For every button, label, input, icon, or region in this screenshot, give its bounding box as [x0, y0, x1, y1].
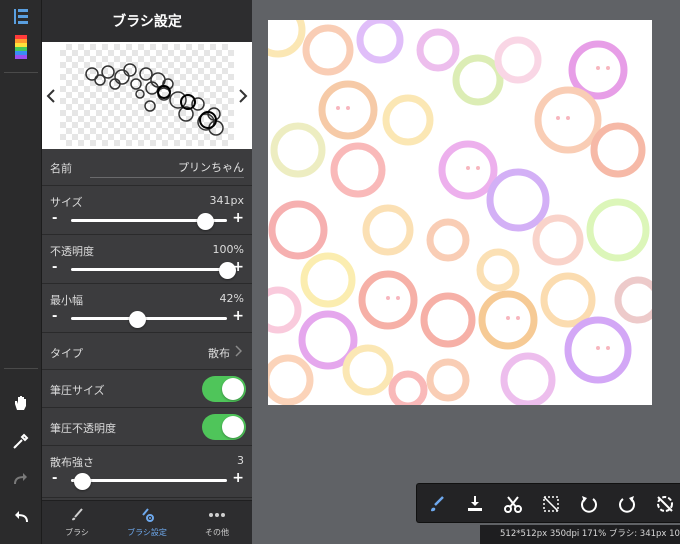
opacity-label: 不透明度: [50, 245, 94, 258]
scatter-increase-button[interactable]: +: [232, 470, 244, 486]
panel-bottom-tabs: ブラシ ブラシ設定 その他: [42, 500, 252, 544]
toggle-knob: [222, 416, 244, 438]
min-width-knob[interactable]: [128, 311, 146, 328]
color-palette-icon[interactable]: [0, 30, 42, 64]
size-track[interactable]: [71, 213, 227, 230]
download-icon[interactable]: [461, 490, 489, 518]
tab-other-label: その他: [205, 528, 229, 537]
eyedropper-icon[interactable]: [0, 424, 42, 458]
size-slider[interactable]: - +: [52, 210, 244, 230]
reset-rotation-icon[interactable]: [651, 490, 679, 518]
scatter-strength-slider[interactable]: - +: [52, 470, 244, 490]
size-value: 341px: [209, 194, 245, 207]
opacity-row: 不透明度 100% - +: [42, 235, 252, 284]
pressure-size-row: 筆圧サイズ: [42, 370, 252, 408]
tool-separator: [4, 72, 38, 73]
deselect-icon[interactable]: [537, 490, 565, 518]
undo-icon[interactable]: [0, 500, 42, 534]
min-width-label: 最小幅: [50, 294, 83, 307]
tab-brush-settings[interactable]: ブラシ設定: [112, 501, 182, 544]
name-label: 名前: [50, 162, 72, 175]
opacity-decrease-button[interactable]: -: [52, 260, 57, 275]
scatter-track[interactable]: [71, 473, 227, 490]
scatter-knob[interactable]: [73, 473, 91, 490]
pressure-size-label: 筆圧サイズ: [50, 384, 105, 397]
min-width-decrease-button[interactable]: -: [52, 309, 57, 324]
opacity-increase-button[interactable]: +: [232, 259, 244, 275]
min-width-slider[interactable]: - +: [52, 308, 244, 328]
brush-settings-icon: [142, 508, 154, 522]
opacity-track[interactable]: [71, 262, 236, 279]
min-width-track[interactable]: [71, 311, 227, 328]
hand-icon[interactable]: [0, 386, 42, 420]
tool-strip: [0, 0, 42, 544]
brush-preview: [42, 42, 252, 149]
brush-name-row: 名前 プリンちゃん: [42, 150, 252, 186]
pressure-opacity-row: 筆圧不透明度: [42, 408, 252, 446]
layers-icon[interactable]: [0, 0, 42, 34]
brush-icon: [72, 508, 83, 521]
scissors-icon[interactable]: [499, 490, 527, 518]
size-decrease-button[interactable]: -: [52, 211, 57, 226]
scatter-strength-row: 散布強さ 3 - +: [42, 446, 252, 498]
chevron-right-icon: [235, 345, 243, 360]
next-brush-arrow[interactable]: [236, 86, 250, 106]
rotate-left-icon[interactable]: [575, 490, 603, 518]
name-underline: [90, 177, 244, 178]
size-increase-button[interactable]: +: [232, 210, 244, 226]
scatter-strength-value: 3: [237, 454, 244, 467]
more-icon: [209, 513, 225, 517]
size-knob[interactable]: [197, 213, 215, 230]
tab-brush-settings-label: ブラシ設定: [127, 528, 167, 537]
pressure-size-toggle[interactable]: [202, 376, 246, 402]
size-row: サイズ 341px - +: [42, 186, 252, 235]
drawing-canvas[interactable]: [268, 20, 652, 405]
tab-brush[interactable]: ブラシ: [42, 501, 112, 544]
brush-settings-panel: ブラシ設定 名前 プリンちゃん サイズ 341px - + 不透明度 100% …: [42, 0, 252, 544]
brush-tool-icon[interactable]: [423, 490, 451, 518]
tab-brush-label: ブラシ: [65, 528, 89, 537]
preview-checker: [60, 44, 234, 146]
name-field[interactable]: プリンちゃん: [178, 159, 244, 175]
tab-other[interactable]: その他: [182, 501, 252, 544]
rotate-right-icon[interactable]: [613, 490, 641, 518]
type-value: 散布: [208, 347, 230, 360]
size-label: サイズ: [50, 196, 83, 209]
canvas-artwork: [268, 20, 652, 405]
canvas-toolbar: [416, 483, 680, 523]
min-width-value: 42%: [219, 292, 244, 305]
scatter-decrease-button[interactable]: -: [52, 471, 57, 486]
redo-icon[interactable]: [0, 462, 42, 496]
toggle-knob: [222, 378, 244, 400]
tool-separator: [4, 368, 38, 369]
type-label: タイプ: [50, 347, 83, 360]
pressure-opacity-label: 筆圧不透明度: [50, 422, 116, 435]
pressure-opacity-toggle[interactable]: [202, 414, 246, 440]
min-width-row: 最小幅 42% - +: [42, 284, 252, 333]
opacity-value: 100%: [212, 243, 244, 256]
min-width-increase-button[interactable]: +: [232, 308, 244, 324]
brush-stroke-preview: [85, 63, 224, 136]
status-bar: 512*512px 350dpi 171% ブラシ: 341px 10: [480, 525, 680, 544]
panel-title: ブラシ設定: [42, 0, 252, 42]
scatter-strength-label: 散布強さ: [50, 456, 94, 469]
type-row[interactable]: タイプ 散布: [42, 333, 252, 370]
opacity-slider[interactable]: - +: [52, 259, 244, 279]
prev-brush-arrow[interactable]: [44, 86, 58, 106]
